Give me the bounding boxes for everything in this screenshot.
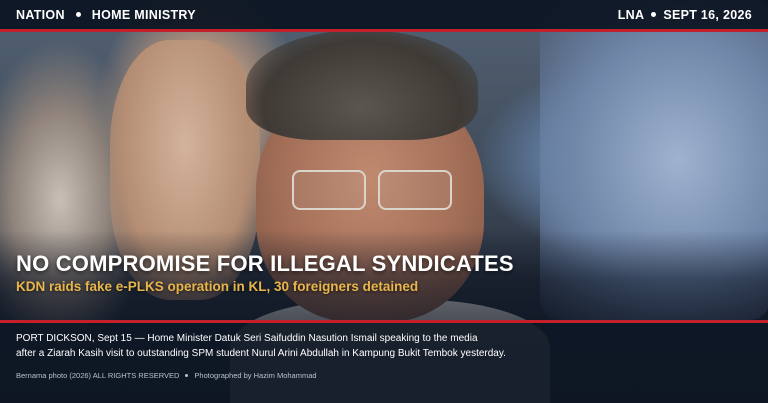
- subheadline: KDN raids fake e-PLKS operation in KL, 3…: [16, 279, 419, 294]
- caption-line-2: after a Ziarah Kasih visit to outstandin…: [16, 348, 506, 359]
- subsection-label[interactable]: HOME MINISTRY: [92, 8, 196, 22]
- separator-dot: [651, 12, 657, 17]
- photo-subject-glasses: [378, 170, 452, 210]
- source-date: LNA SEPT 16, 2026: [618, 8, 752, 22]
- headline: NO COMPROMISE FOR ILLEGAL SYNDICATES: [16, 251, 514, 276]
- photo-credits: Bernama photo (2026) ALL RIGHTS RESERVED…: [16, 371, 752, 380]
- photo-copyright: Bernama photo (2026) ALL RIGHTS RESERVED: [16, 371, 180, 380]
- top-bar: NATION HOME MINISTRY LNA SEPT 16, 2026: [0, 0, 768, 32]
- date-label: SEPT 16, 2026: [663, 7, 752, 22]
- separator-dot: [185, 374, 189, 377]
- photographer-credit: Photographed by Hazim Mohammad: [194, 371, 317, 380]
- photo-subject-hair: [246, 30, 478, 140]
- caption-panel: PORT DICKSON, Sept 15 — Home Minister Da…: [0, 320, 768, 403]
- photo-subject-glasses: [292, 170, 366, 210]
- separator-dot: [75, 12, 81, 17]
- caption-line-1: PORT DICKSON, Sept 15 — Home Minister Da…: [16, 333, 478, 344]
- source-label: LNA: [617, 7, 645, 22]
- news-card: NATION HOME MINISTRY LNA SEPT 16, 2026 N…: [0, 0, 768, 403]
- section-label[interactable]: NATION: [16, 8, 65, 22]
- section-breadcrumb: NATION HOME MINISTRY: [16, 8, 196, 22]
